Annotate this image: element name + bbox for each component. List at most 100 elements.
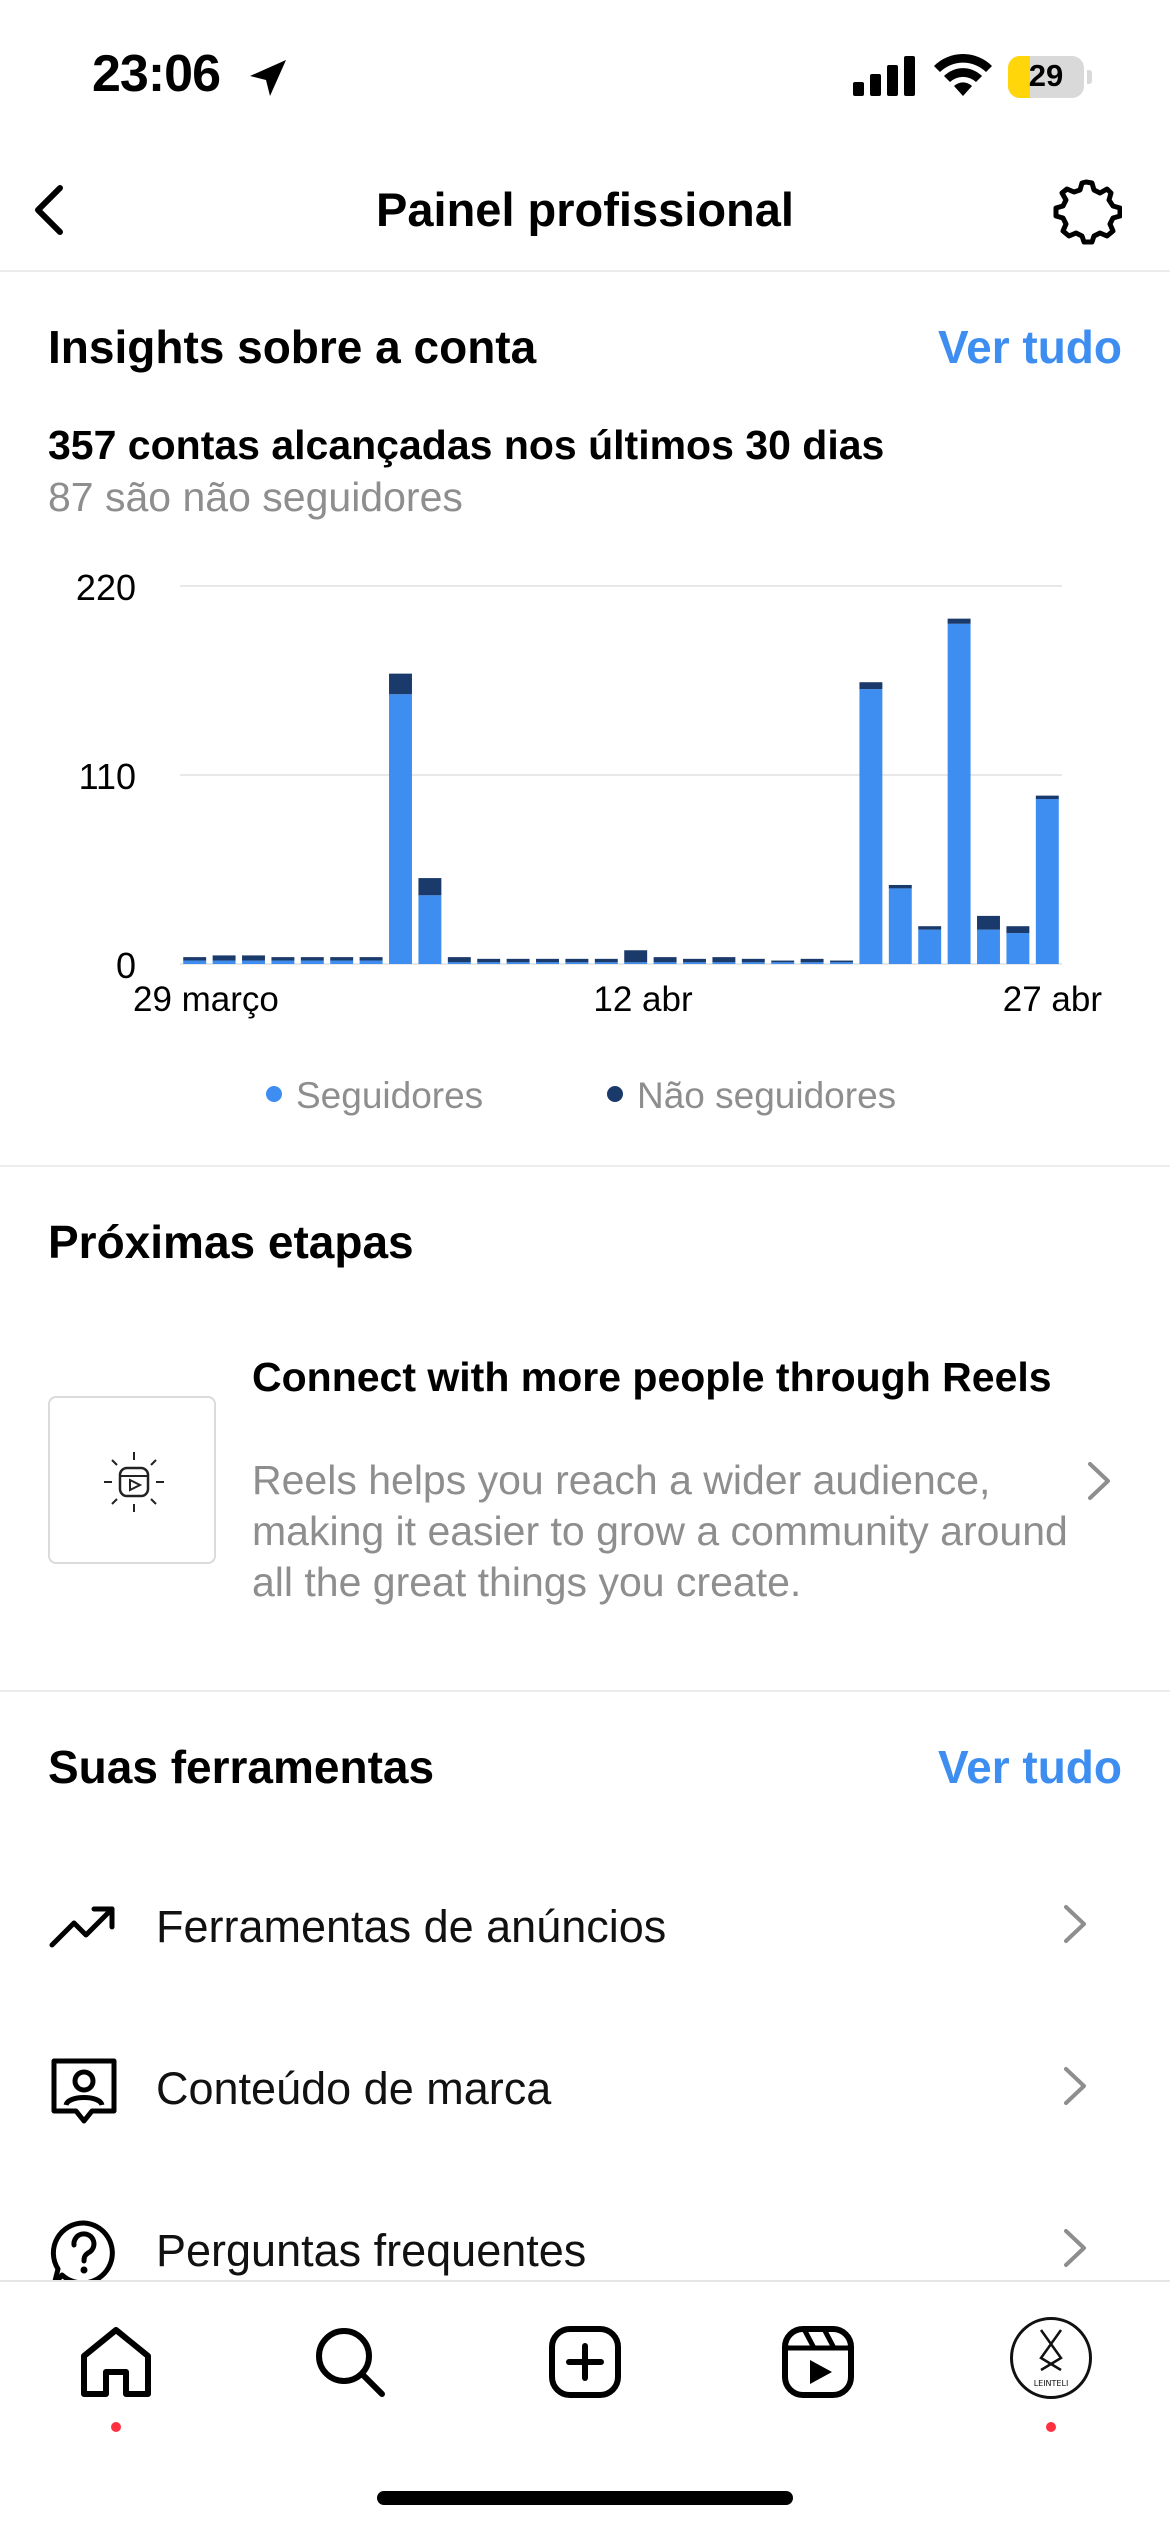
bar-followers [800,962,824,964]
bar-followers [859,689,883,964]
reels-thumbnail [48,1396,216,1564]
y-tick-label: 110 [79,756,136,797]
location-arrow-icon [250,60,286,96]
create-icon[interactable] [547,2324,623,2400]
bar-followers [683,962,706,964]
avatar-logo-icon: LEINTELI [1034,2329,1069,2388]
status-time: 23:06 [92,45,221,103]
tool-row-branded-content[interactable]: Conteúdo de marca [0,2015,1170,2155]
bar-non-followers [771,960,795,963]
bar-followers [918,929,942,964]
section-divider [0,1690,1170,1692]
bar-followers [771,962,795,964]
wifi-icon [934,53,992,96]
bar-followers [212,960,236,964]
reels-card-description: Reels helps you reach a wider audience, … [252,1457,1068,1605]
bar-followers [712,962,736,964]
bar-non-followers [183,957,207,961]
bar-non-followers [683,958,706,963]
tool-row-ads[interactable]: Ferramentas de anúncios [0,1853,1170,1993]
chart-legend: Seguidores Não seguidores [0,1075,1170,1125]
home-notification-dot [111,2422,121,2432]
bar-followers [242,960,265,964]
reels-sparkle-icon [104,1452,164,1512]
bar-non-followers [330,957,354,961]
bar-followers [300,960,324,964]
bar-followers [594,962,618,964]
legend-non-followers: Não seguidores [607,1075,896,1117]
bar-followers [624,962,648,964]
bar-non-followers [271,957,295,961]
bar-non-followers [389,673,412,695]
reels-card-title: Connect with more people through Reels [252,1354,1052,1400]
tools-title: Suas ferramentas [48,1741,435,1793]
home-icon[interactable] [78,2324,154,2400]
bar-non-followers [565,958,589,963]
tools-see-all-link[interactable]: Ver tudo [938,1740,1122,1794]
bar-followers [565,962,589,964]
insights-see-all-link[interactable]: Ver tudo [938,320,1122,374]
bar-non-followers [741,958,765,963]
bar-non-followers [800,958,824,963]
bar-followers [1035,799,1059,964]
next-steps-title: Próximas etapas [48,1216,414,1268]
avatar-text: LEINTELI [1034,2379,1069,2388]
legend-label-non-followers: Não seguidores [637,1075,897,1116]
bar-non-followers [447,957,471,963]
bar-followers [447,962,471,964]
insights-title: Insights sobre a conta [48,321,537,373]
bar-followers [536,962,559,964]
bar-followers [330,960,354,964]
bar-followers [977,929,1000,964]
section-divider [0,1165,1170,1167]
chevron-right-icon [1064,1905,1086,1943]
bar-non-followers [506,958,530,963]
tool-label-branded-content: Conteúdo de marca [156,2063,552,2114]
legend-dot-followers [266,1086,282,1103]
trending-up-icon [49,1906,115,1948]
profile-notification-dot [1046,2422,1056,2432]
tool-label-ads: Ferramentas de anúncios [156,1901,667,1952]
profile-avatar[interactable]: LEINTELI [1010,2317,1092,2399]
branded-content-icon [51,2058,117,2124]
x-tick-label: 12 abr [593,980,693,1019]
y-tick-label: 220 [76,567,136,608]
bar-non-followers [242,955,265,961]
bar-followers [359,960,383,964]
home-indicator [377,2491,793,2505]
legend-followers: Seguidores [266,1075,483,1117]
bar-followers [183,960,207,964]
bar-non-followers [1035,795,1059,800]
bar-non-followers [918,926,942,930]
x-tick-label: 29 março [133,980,279,1019]
bar-followers [477,962,501,964]
bar-non-followers [859,682,883,690]
faq-icon [50,2220,115,2288]
bar-non-followers [359,957,383,961]
cellular-signal-icon [853,56,915,96]
gear-icon[interactable] [1050,176,1122,248]
bar-non-followers [300,957,324,961]
bar-followers [741,962,765,964]
status-bar: 23:06 29 [0,0,1170,150]
bar-followers [506,962,530,964]
bar-followers [888,888,912,964]
chevron-right-icon [1064,2067,1086,2105]
bar-non-followers [830,960,853,963]
battery-indicator: 29 [1008,56,1092,98]
bar-non-followers [653,957,677,963]
bar-followers [389,694,412,964]
legend-dot-non-followers [607,1086,623,1103]
bar-non-followers [712,957,736,963]
bar-non-followers [947,618,971,624]
x-tick-label: 27 abr [1003,980,1103,1019]
reach-bar-chart: 220110029 março 12 abr 27 abr [76,567,1103,1019]
bar-non-followers [888,884,912,889]
bar-followers [830,962,853,964]
accounts-reached-text: 357 contas alcançadas nos últimos 30 dia… [48,422,885,468]
reels-icon[interactable] [780,2324,856,2400]
tool-label-faq: Perguntas frequentes [156,2225,587,2276]
search-icon[interactable] [312,2324,388,2400]
bar-followers [947,623,971,964]
non-followers-text: 87 são não seguidores [48,474,463,520]
